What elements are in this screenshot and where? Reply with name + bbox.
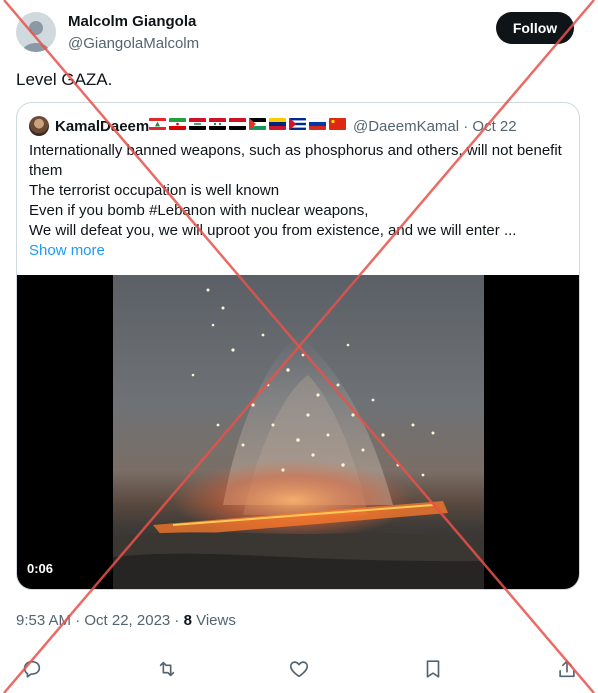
timestamp[interactable]: 9:53 AM · Oct 22, 2023 · xyxy=(16,612,184,629)
quoted-text-line: We will defeat you, we will uproot you f… xyxy=(29,222,517,239)
tweet: Malcolm Giangola @GiangolaMalcolm Follow… xyxy=(0,0,598,693)
flag-cuba-icon xyxy=(289,118,306,130)
flag-venezuela-icon xyxy=(269,118,286,130)
flag-emojis xyxy=(149,118,346,130)
reply-button[interactable] xyxy=(17,654,47,684)
quoted-text-line: The terrorist occupation is well known xyxy=(29,182,280,199)
show-more-link[interactable]: Show more xyxy=(29,241,569,261)
views-count: 8 xyxy=(183,612,192,629)
follow-button[interactable]: Follow xyxy=(496,12,574,44)
flag-lebanon-icon xyxy=(149,118,166,130)
author-name[interactable]: Malcolm Giangola xyxy=(68,13,196,30)
quoted-author-name[interactable]: KamalDaeem xyxy=(55,118,149,135)
flag-iran-icon xyxy=(169,118,186,130)
video-player[interactable]: 0:06 xyxy=(17,275,579,589)
flag-yemen-icon xyxy=(229,118,246,130)
author-handle[interactable]: @GiangolaMalcolm xyxy=(68,35,199,52)
reply-icon xyxy=(23,660,41,678)
share-icon xyxy=(559,660,575,678)
tweet-meta: 9:53 AM · Oct 22, 2023 · 8 Views xyxy=(16,612,236,629)
retweet-icon xyxy=(159,661,175,677)
quoted-text: Internationally banned weapons, such as … xyxy=(29,141,569,261)
quoted-handle-date[interactable]: @DaeemKamal · Oct 22 xyxy=(353,118,517,135)
avatar[interactable] xyxy=(16,12,56,52)
quoted-avatar[interactable] xyxy=(29,116,49,136)
share-button[interactable] xyxy=(552,654,582,684)
views-label: Views xyxy=(191,612,236,629)
flag-palestine-icon xyxy=(249,118,266,130)
flag-russia-icon xyxy=(309,118,326,130)
bookmark-button[interactable] xyxy=(418,654,448,684)
retweet-button[interactable] xyxy=(152,654,182,684)
quoted-tweet[interactable]: KamalDaeem @DaeemKamal · Oct 22 Internat… xyxy=(16,102,580,590)
tweet-text: Level GAZA. xyxy=(16,70,113,89)
action-bar xyxy=(0,654,598,684)
flag-china-icon xyxy=(329,118,346,130)
like-icon xyxy=(289,661,309,678)
quoted-text-line: them xyxy=(29,162,63,179)
flag-syria-icon xyxy=(209,118,226,130)
bookmark-icon xyxy=(426,660,440,678)
quoted-text-line: Even if you bomb #Lebanon with nuclear w… xyxy=(29,202,369,219)
flag-iraq-icon xyxy=(189,118,206,130)
like-button[interactable] xyxy=(284,654,314,684)
video-duration: 0:06 xyxy=(27,561,54,576)
quoted-text-line: Internationally banned weapons, such as … xyxy=(29,142,562,159)
video-thumbnail[interactable] xyxy=(113,275,484,589)
